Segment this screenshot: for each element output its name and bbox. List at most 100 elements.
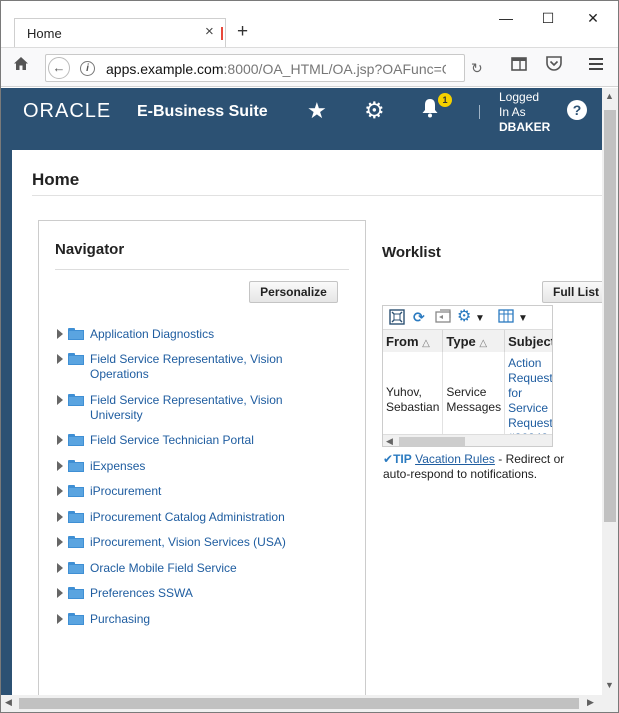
scrollbar-corner xyxy=(602,695,618,712)
worklist-table: From △ Type △ Subject Yuhov, Sebastian S… xyxy=(383,330,553,446)
scroll-down-icon[interactable]: ▼ xyxy=(605,680,614,690)
navigator-divider xyxy=(55,269,349,270)
scrollbar-thumb[interactable] xyxy=(399,437,465,446)
folder-icon xyxy=(68,536,84,548)
navigator-item-label[interactable]: iProcurement xyxy=(90,484,300,499)
sort-icon[interactable]: △ xyxy=(422,338,430,349)
tab-close-icon[interactable]: × xyxy=(205,23,214,41)
folder-icon xyxy=(68,353,84,365)
expand-arrow-icon[interactable] xyxy=(57,588,63,598)
help-icon[interactable]: ? xyxy=(567,100,587,120)
detach-table-icon[interactable] xyxy=(389,309,405,328)
expand-arrow-icon[interactable] xyxy=(57,614,63,624)
navigator-item-label[interactable]: iExpenses xyxy=(90,459,300,474)
pocket-icon[interactable] xyxy=(543,56,565,78)
minimize-button[interactable]: — xyxy=(494,8,518,28)
back-icon[interactable]: ← xyxy=(48,57,70,79)
chevron-down-icon[interactable]: ▼ xyxy=(518,311,528,327)
folder-icon xyxy=(68,394,84,406)
browser-tab[interactable]: Home × xyxy=(14,18,226,47)
scrollbar-thumb[interactable] xyxy=(19,698,579,709)
favorites-star-icon[interactable]: ★ xyxy=(307,98,327,124)
column-label: Subject xyxy=(508,333,553,349)
logged-label-line2: In As xyxy=(499,105,526,119)
expand-arrow-icon[interactable] xyxy=(57,395,63,405)
navigator-item-label[interactable]: iProcurement Catalog Administration xyxy=(90,510,330,525)
expand-arrow-icon[interactable] xyxy=(57,486,63,496)
folder-icon xyxy=(68,511,84,523)
info-icon[interactable]: i xyxy=(80,61,95,76)
chevron-down-icon[interactable]: ▼ xyxy=(475,311,485,327)
scrollbar-thumb[interactable] xyxy=(604,110,616,522)
expand-arrow-icon[interactable] xyxy=(57,461,63,471)
navigator-item-label[interactable]: Application Diagnostics xyxy=(90,327,300,342)
table-horizontal-scrollbar[interactable]: ◀ xyxy=(383,434,552,446)
tip-icon: ✔ xyxy=(383,452,394,466)
expand-arrow-icon[interactable] xyxy=(57,512,63,522)
navigator-panel: Navigator Personalize Application Diagno… xyxy=(38,220,366,700)
sort-icon[interactable]: △ xyxy=(479,338,487,349)
navigator-title: Navigator xyxy=(55,241,125,258)
worklist-toolbar: ⟳ ⚙ ▼ ▼ xyxy=(383,306,552,330)
tab-accent-bar xyxy=(221,27,223,40)
cell-from: Yuhov, Sebastian xyxy=(383,352,444,446)
personalize-button[interactable]: Personalize xyxy=(249,281,338,303)
cell-type: Service Messages xyxy=(442,352,506,446)
user-info[interactable]: Logged In As DBAKER xyxy=(499,90,550,135)
expand-arrow-icon[interactable] xyxy=(57,435,63,445)
navigator-item-label[interactable]: Purchasing xyxy=(90,612,300,627)
column-header-type[interactable]: Type △ xyxy=(442,330,506,352)
table-row: Yuhov, Sebastian Service Messages Action… xyxy=(383,352,552,446)
menu-icon[interactable] xyxy=(585,56,607,78)
close-window-button[interactable]: ✕ xyxy=(581,8,605,28)
folder-icon xyxy=(68,613,84,625)
scroll-left-icon[interactable]: ◀ xyxy=(5,697,12,708)
url-text[interactable]: apps.example.com:8000/OA_HTML/OA.jsp?OAF… xyxy=(106,61,446,77)
scroll-up-icon[interactable]: ▲ xyxy=(605,91,614,101)
navigator-item-label[interactable]: Field Service Technician Portal xyxy=(90,433,300,448)
navigator-item-label[interactable]: Preferences SSWA xyxy=(90,586,300,601)
page-vertical-scrollbar[interactable]: ▲ ▼ xyxy=(602,88,618,695)
column-header-subject[interactable]: Subject xyxy=(504,330,553,352)
folder-icon xyxy=(68,562,84,574)
new-tab-button[interactable]: + xyxy=(237,21,248,43)
browser-toolbar: ← i apps.example.com:8000/OA_HTML/OA.jsp… xyxy=(1,47,618,87)
app-header: ORACLE E-Business Suite ★ ⚙ 1 Logged In … xyxy=(1,88,602,150)
table-header-row: From △ Type △ Subject xyxy=(383,330,553,352)
expand-arrow-icon[interactable] xyxy=(57,329,63,339)
address-bar[interactable]: ← i apps.example.com:8000/OA_HTML/OA.jsp… xyxy=(45,54,465,82)
worklist-title: Worklist xyxy=(382,244,441,261)
tab-title: Home xyxy=(27,26,62,41)
scroll-left-icon[interactable]: ◀ xyxy=(386,436,393,446)
expand-arrow-icon[interactable] xyxy=(57,537,63,547)
title-divider xyxy=(32,195,602,196)
folder-icon xyxy=(68,587,84,599)
home-icon[interactable] xyxy=(10,56,32,78)
export-icon[interactable] xyxy=(435,309,451,326)
expand-arrow-icon[interactable] xyxy=(57,354,63,364)
folder-icon xyxy=(68,328,84,340)
view-columns-icon[interactable] xyxy=(498,309,514,326)
navigator-item-label[interactable]: iProcurement, Vision Services (USA) xyxy=(90,535,330,550)
refresh-icon[interactable]: ⟳ xyxy=(413,309,425,325)
maximize-button[interactable]: ☐ xyxy=(536,8,560,28)
notifications-bell-icon[interactable] xyxy=(421,98,439,124)
column-header-from[interactable]: From △ xyxy=(383,330,444,352)
navigator-item-label[interactable]: Field Service Representative, Vision Uni… xyxy=(90,393,300,423)
folder-icon xyxy=(68,434,84,446)
header-divider xyxy=(479,105,480,119)
settings-gear-icon[interactable]: ⚙ xyxy=(364,97,385,124)
actions-gear-icon[interactable]: ⚙ xyxy=(457,309,471,325)
page-horizontal-scrollbar[interactable]: ◀ ▶ xyxy=(1,695,602,712)
expand-arrow-icon[interactable] xyxy=(57,563,63,573)
vacation-rules-link[interactable]: Vacation Rules xyxy=(415,452,495,466)
oracle-logo: ORACLE xyxy=(23,100,112,122)
cell-subject-link[interactable]: Action Request for Service Request #3684… xyxy=(505,352,552,446)
logged-label-line1: Logged xyxy=(499,90,540,104)
reload-icon[interactable]: ↻ xyxy=(471,60,483,77)
username: DBAKER xyxy=(499,120,551,134)
navigator-item-label[interactable]: Oracle Mobile Field Service xyxy=(90,561,300,576)
scroll-right-icon[interactable]: ▶ xyxy=(587,697,594,708)
navigator-item-label[interactable]: Field Service Representative, Vision Ope… xyxy=(90,352,300,382)
reader-view-icon[interactable] xyxy=(508,56,530,78)
